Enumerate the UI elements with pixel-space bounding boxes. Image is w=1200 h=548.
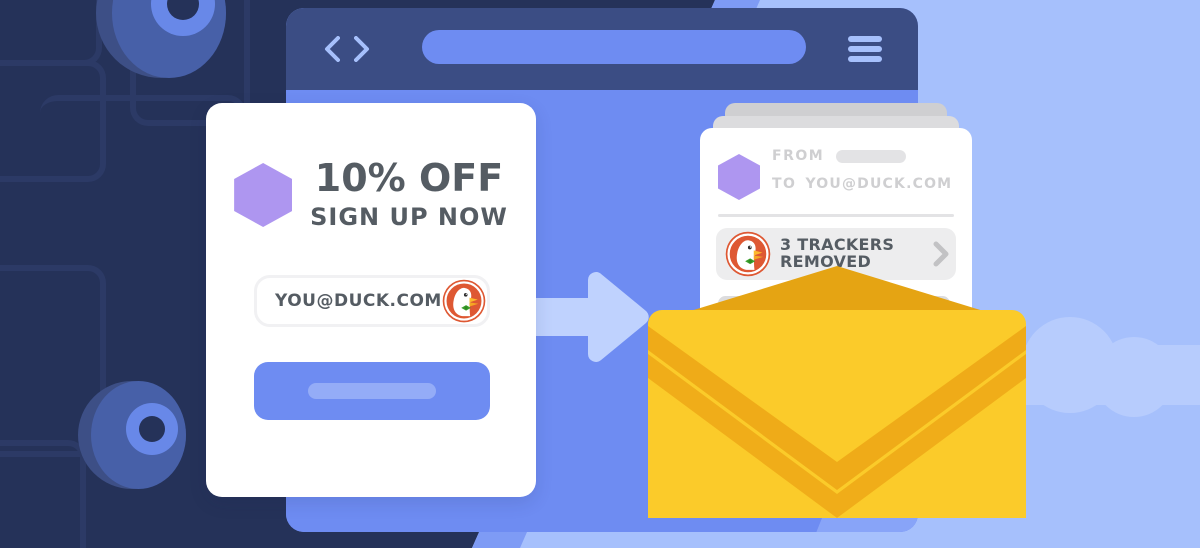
chevron-left-icon[interactable]: [324, 36, 340, 62]
email-from-redacted-value: [836, 149, 907, 163]
button-label-placeholder: [308, 383, 436, 399]
email-to-value: YOU@DUCK.COM: [805, 176, 953, 192]
purple-hexagon-icon: [234, 163, 293, 227]
email-from-label: FROM: [772, 148, 825, 164]
email-from-row: FROM: [772, 148, 907, 164]
cloud-icon: [1022, 317, 1200, 417]
email-to-label: TO: [772, 176, 797, 192]
divider: [718, 214, 954, 217]
signup-subtitle: SIGN UP NOW: [310, 203, 508, 231]
signup-card: 10% OFF SIGN UP NOW YOU@DUCK.COM: [206, 103, 536, 497]
purple-hexagon-icon: [718, 154, 760, 200]
duckduckgo-logo-icon: [442, 279, 486, 323]
chevron-right-icon[interactable]: [354, 36, 370, 62]
signup-submit-button[interactable]: [254, 362, 490, 420]
email-field-value: YOU@DUCK.COM: [275, 291, 442, 311]
email-field[interactable]: YOU@DUCK.COM: [254, 275, 490, 327]
hamburger-menu-icon[interactable]: [848, 36, 882, 62]
tracker-eye-icon: [96, 0, 226, 78]
tracker-eye-icon: [78, 381, 186, 489]
email-to-row: TO YOU@DUCK.COM: [772, 176, 952, 192]
signup-card-header: 10% OFF SIGN UP NOW: [206, 159, 536, 231]
open-envelope-icon: [648, 266, 1026, 518]
browser-nav-buttons: [324, 36, 370, 62]
illustration-canvas: 10% OFF SIGN UP NOW YOU@DUCK.COM FROM TO…: [0, 0, 1200, 548]
page-title: 10% OFF: [314, 156, 504, 200]
browser-url-bar[interactable]: [422, 30, 806, 64]
chevron-right-icon[interactable]: [932, 241, 950, 267]
